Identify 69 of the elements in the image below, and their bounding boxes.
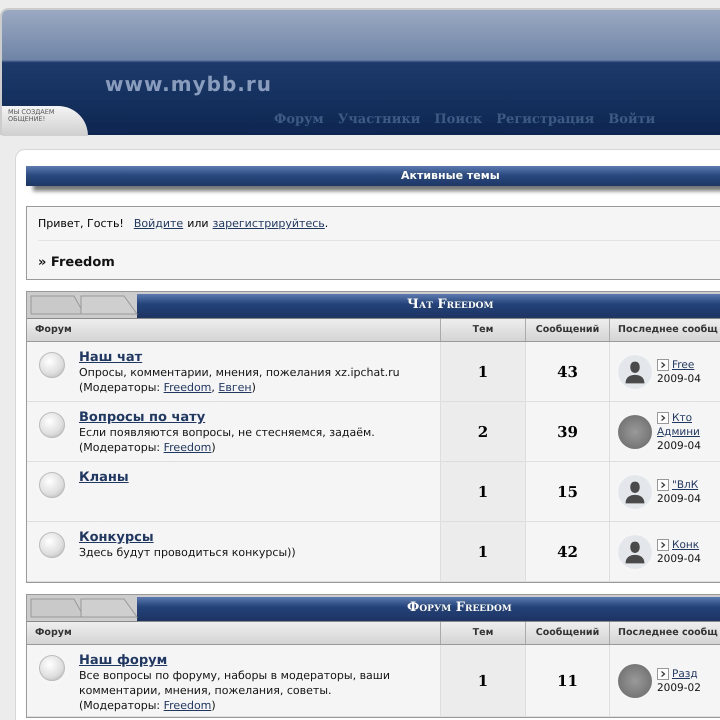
forum-status-icon bbox=[39, 412, 65, 438]
site-logo-text: www.mybb.ru bbox=[105, 72, 272, 96]
column-header: Сообщений bbox=[526, 319, 610, 341]
forum-title-link[interactable]: Наш чат bbox=[79, 350, 142, 365]
forum-description: Опросы, комментарии, мнения, пожелания xz.ipchat.ru bbox=[79, 365, 400, 380]
forum-description: Здесь будут проводиться конкурсы)) bbox=[79, 545, 296, 560]
active-topics-bar[interactable]: Активные темы bbox=[26, 166, 720, 186]
category-title-bar[interactable]: Чат Freedom bbox=[137, 294, 720, 318]
avatar-photo bbox=[618, 414, 652, 448]
avatar-silhouette-icon bbox=[618, 534, 652, 568]
moderators-label: (Модераторы: bbox=[79, 380, 162, 395]
forum-title-link[interactable]: Наш форум bbox=[79, 653, 168, 668]
moderators-label: (Модераторы: bbox=[79, 440, 162, 455]
paren-text: ) bbox=[211, 440, 216, 455]
moderator-link[interactable]: Евген bbox=[218, 380, 252, 395]
forum-description: Если появляются вопросы, не стесняемся, задаём. bbox=[79, 425, 375, 440]
forum-title-link[interactable]: Конкурсы bbox=[79, 530, 154, 545]
last-post-date: 2009-04 bbox=[657, 492, 701, 506]
login-link[interactable]: Войдите bbox=[134, 217, 184, 230]
greeting-text: Привет, Гость! bbox=[38, 217, 124, 230]
last-post-link[interactable]: Кто bbox=[672, 410, 692, 424]
avatar-silhouette-icon bbox=[618, 474, 652, 508]
paren-text: ) bbox=[211, 698, 216, 713]
forum-description: Все вопросы по форуму, наборы в модераторы, ваши комментарии, мнения, пожелания, советы. bbox=[79, 668, 392, 698]
forum-status-icon bbox=[39, 532, 65, 558]
topic-count: 1 bbox=[441, 645, 526, 716]
paren-text: ) bbox=[252, 380, 256, 395]
column-header: Сообщений bbox=[526, 622, 610, 644]
topic-count: 2 bbox=[441, 402, 526, 461]
go-to-post-icon[interactable] bbox=[657, 538, 669, 550]
go-to-post-icon[interactable] bbox=[657, 358, 669, 370]
topic-count: 1 bbox=[441, 342, 526, 401]
last-post-link[interactable]: Админи bbox=[657, 424, 700, 438]
topic-count: 1 bbox=[441, 522, 526, 581]
moderator-link[interactable]: Freedom bbox=[164, 440, 212, 455]
category-title-bar[interactable]: Форум Freedom bbox=[137, 597, 720, 621]
last-post-link[interactable]: Free bbox=[672, 358, 694, 372]
last-post-date: 2009-02 bbox=[657, 680, 701, 694]
or-text: или bbox=[187, 217, 209, 230]
avatar-photo bbox=[618, 664, 652, 698]
forum-status-icon bbox=[39, 655, 65, 681]
column-header: Тем bbox=[441, 622, 526, 644]
last-post-date: 2009-04 bbox=[657, 552, 701, 566]
topic-count: 1 bbox=[441, 462, 526, 521]
last-post-date: 2009-04 bbox=[657, 438, 701, 452]
forum-title-link[interactable]: Кланы bbox=[79, 470, 129, 485]
last-post-date: 2009-04 bbox=[657, 372, 701, 386]
forum-title-link[interactable]: Вопросы по чату bbox=[79, 410, 206, 425]
forum-status-icon bbox=[39, 352, 65, 378]
column-header: Форум bbox=[27, 622, 441, 644]
last-post-link[interactable]: Конк bbox=[672, 538, 700, 552]
last-post-link[interactable]: "ВлК bbox=[672, 478, 698, 492]
moderator-link[interactable]: Freedom bbox=[164, 698, 212, 713]
column-header: Последнее сообщ bbox=[610, 319, 720, 341]
column-header: Последнее сообщ bbox=[610, 622, 720, 644]
register-link[interactable]: зарегистрируйтесь bbox=[212, 217, 325, 230]
moderators-label: (Модераторы: bbox=[79, 698, 162, 713]
breadcrumb[interactable]: » Freedom bbox=[38, 255, 720, 270]
forum-status-icon bbox=[39, 472, 65, 498]
comma-text: , bbox=[211, 380, 216, 395]
go-to-post-icon[interactable] bbox=[657, 478, 669, 490]
column-header: Форум bbox=[27, 319, 441, 341]
period-text: . bbox=[324, 217, 328, 230]
go-to-post-icon[interactable] bbox=[657, 412, 669, 424]
column-header: Тем bbox=[441, 319, 526, 341]
go-to-post-icon[interactable] bbox=[657, 668, 669, 680]
avatar-silhouette-icon bbox=[618, 354, 652, 388]
last-post-link[interactable]: Разд bbox=[672, 666, 698, 680]
moderator-link[interactable]: Freedom bbox=[164, 380, 212, 395]
